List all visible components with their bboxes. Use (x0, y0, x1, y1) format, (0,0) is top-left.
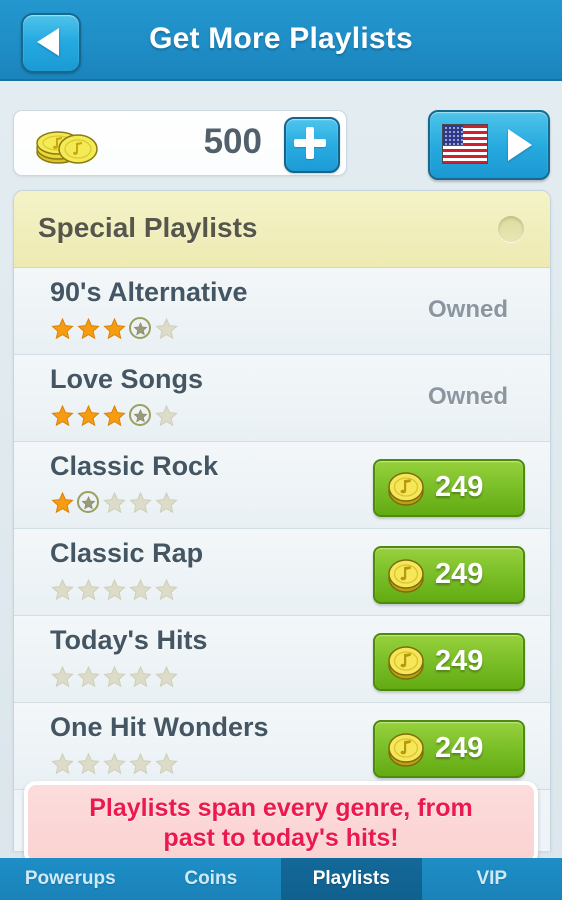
star-empty-icon (128, 578, 153, 602)
section-title: Special Playlists (38, 212, 258, 243)
star-empty-icon (50, 665, 75, 689)
play-arrow-icon (508, 129, 532, 161)
playlist-rows: 90's Alternative Owned Love Songs Owned Clas… (14, 268, 550, 790)
star-rating (50, 664, 180, 690)
star-empty-icon (76, 665, 101, 689)
buy-playlist-button[interactable]: 249 (373, 633, 525, 691)
star-rating (50, 490, 180, 516)
promo-banner: Playlists span every genre, from past to… (24, 781, 538, 865)
playlist-price: 249 (435, 471, 484, 503)
playlist-row[interactable]: 90's Alternative Owned (14, 268, 550, 355)
coin-icon (386, 642, 426, 682)
playlist-title: Classic Rock (50, 451, 219, 481)
star-empty-icon (154, 491, 179, 515)
playlist-row[interactable]: Love Songs Owned (14, 355, 550, 442)
star-rating (50, 403, 180, 429)
coin-balance-bar: 500 (13, 110, 347, 176)
star-empty-icon (154, 317, 179, 341)
coin-stack-icon (33, 122, 101, 166)
section-header-special-playlists[interactable]: Special Playlists (14, 191, 550, 268)
playlist-list-card: Special Playlists 90's Alternative Owned L… (13, 190, 551, 851)
us-flag-icon (442, 124, 488, 164)
star-empty-icon (128, 752, 153, 776)
page-title: Get More Playlists (149, 22, 413, 55)
tab-coins[interactable]: Coins (141, 858, 282, 900)
promo-text: Playlists span every genre, from past to… (79, 793, 483, 853)
star-progress-icon (128, 317, 153, 341)
tab-playlists[interactable]: Playlists (281, 858, 422, 900)
playlist-price: 249 (435, 558, 484, 590)
playlist-row[interactable]: Today's Hits 249 (14, 616, 550, 703)
coin-amount: 500 (203, 122, 262, 161)
bottom-tab-bar: Powerups Coins Playlists VIP (0, 858, 562, 900)
owned-status-label: Owned (427, 296, 508, 323)
star-empty-icon (76, 752, 101, 776)
star-empty-icon (154, 404, 179, 428)
star-empty-icon (128, 665, 153, 689)
star-filled-icon (50, 317, 75, 341)
tab-powerups[interactable]: Powerups (0, 858, 141, 900)
playlist-title: Today's Hits (50, 625, 208, 655)
star-empty-icon (154, 665, 179, 689)
star-empty-icon (102, 665, 127, 689)
star-empty-icon (102, 752, 127, 776)
star-empty-icon (50, 578, 75, 602)
plus-icon-vertical (306, 127, 314, 159)
top-bar: Get More Playlists (0, 0, 562, 81)
playlist-title: Classic Rap (50, 538, 204, 568)
playlist-price: 249 (435, 645, 484, 677)
promo-line-1: Playlists span every genre, from (89, 794, 473, 822)
buy-playlist-button[interactable]: 249 (373, 720, 525, 778)
language-select-button[interactable] (428, 110, 550, 180)
star-empty-icon (102, 491, 127, 515)
star-empty-icon (128, 491, 153, 515)
playlist-row[interactable]: One Hit Wonders 249 (14, 703, 550, 790)
star-progress-icon (128, 404, 153, 428)
star-empty-icon (154, 578, 179, 602)
playlist-price: 249 (435, 732, 484, 764)
circle-indicator-icon (498, 216, 524, 242)
buy-playlist-button[interactable]: 249 (373, 546, 525, 604)
star-empty-icon (76, 578, 101, 602)
promo-line-2: past to today's hits! (163, 824, 399, 852)
star-filled-icon (102, 317, 127, 341)
owned-status-label: Owned (427, 383, 508, 410)
coin-icon (386, 555, 426, 595)
star-rating (50, 751, 180, 777)
star-filled-icon (50, 491, 75, 515)
star-empty-icon (154, 752, 179, 776)
star-filled-icon (76, 317, 101, 341)
playlist-title: One Hit Wonders (50, 712, 269, 742)
buy-playlist-button[interactable]: 249 (373, 459, 525, 517)
playlist-row[interactable]: Classic Rock 249 (14, 442, 550, 529)
add-coins-button[interactable] (284, 117, 340, 173)
coin-icon (386, 468, 426, 508)
star-progress-icon (76, 491, 101, 515)
playlist-title: Love Songs (50, 364, 204, 394)
coin-icon (386, 729, 426, 769)
star-empty-icon (102, 578, 127, 602)
star-filled-icon (50, 404, 75, 428)
star-filled-icon (76, 404, 101, 428)
star-rating (50, 577, 180, 603)
flag-stars (443, 125, 463, 145)
star-rating (50, 316, 180, 342)
app-root: Get More Playlists 500 Special Playlists… (0, 0, 562, 900)
star-filled-icon (102, 404, 127, 428)
flag-canton (443, 125, 463, 145)
star-empty-icon (50, 752, 75, 776)
playlist-title: 90's Alternative (50, 277, 248, 307)
playlist-row[interactable]: Classic Rap 249 (14, 529, 550, 616)
tab-vip[interactable]: VIP (422, 858, 562, 900)
